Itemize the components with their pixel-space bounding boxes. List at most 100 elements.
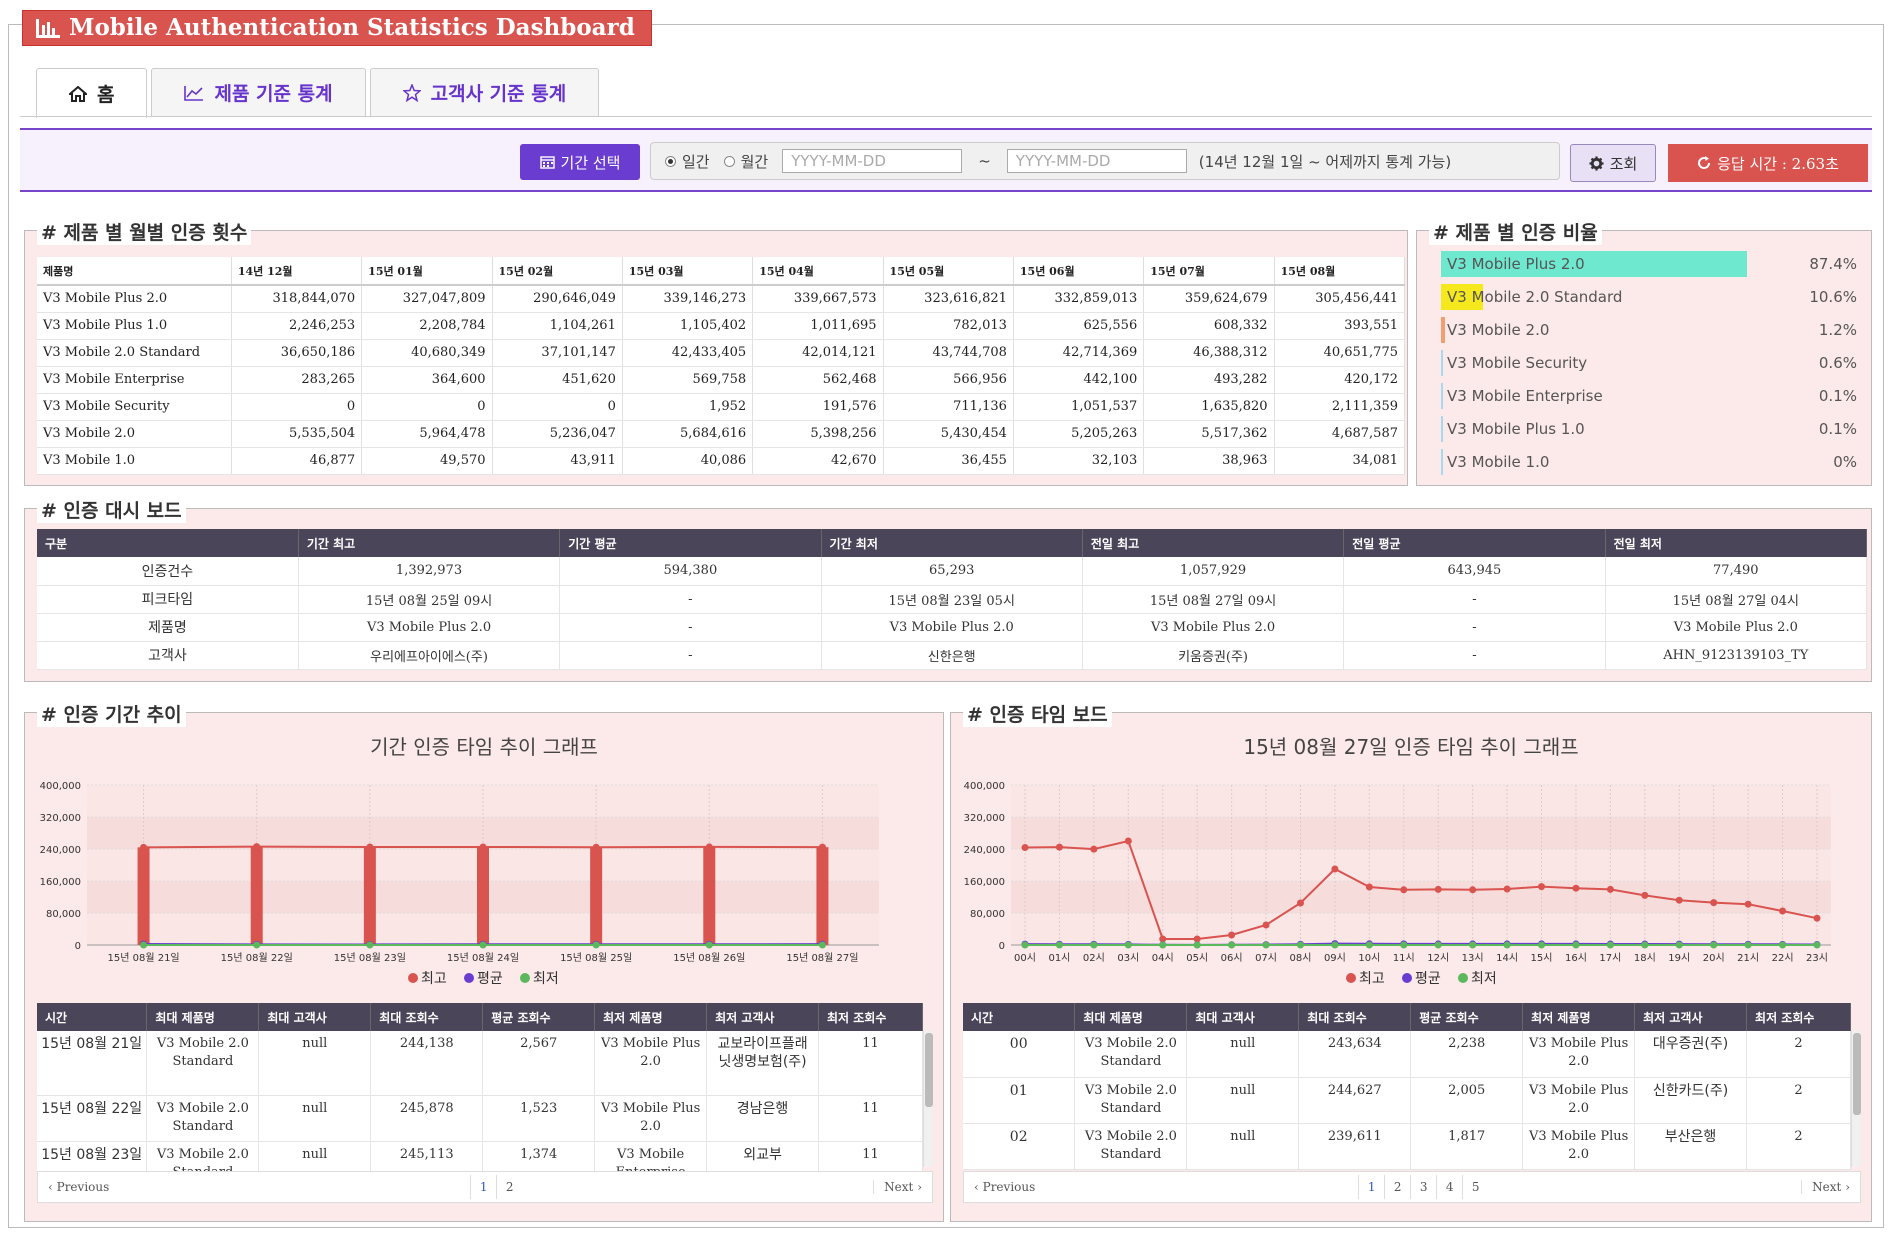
dashboard-cell: 594,380 <box>559 557 822 586</box>
time-board-chart: 400,000 320,000 240,000 160,000 80,000 0 00시 01… <box>964 781 1831 987</box>
previous-page-button[interactable]: ‹ Previous <box>38 1180 119 1194</box>
x-tick-label: 12시 <box>1427 952 1449 964</box>
detail-header-cell: 최저 고객사 <box>706 1003 819 1031</box>
ratio-product-name: V3 Mobile 1.0 <box>1447 452 1550 471</box>
legend-marker <box>1346 973 1356 983</box>
monthly-header-cell: 14년 12월 <box>231 257 363 286</box>
monthly-radio[interactable] <box>723 155 735 167</box>
x-tick-label: 07시 <box>1255 952 1277 964</box>
tab-product-stats[interactable]: 제품 기준 통계 <box>151 68 366 116</box>
start-date-input[interactable]: YYYY-MM-DD <box>782 149 963 173</box>
page-number-button[interactable]: 2 <box>1384 1175 1410 1199</box>
x-tick-label: 05시 <box>1186 952 1208 964</box>
detail-cell: 243,634 <box>1298 1031 1412 1078</box>
next-page-button[interactable]: Next › <box>1801 1180 1860 1194</box>
dashboard-cell: 15년 08월 23일 05시 <box>821 585 1083 614</box>
monthly-count-cell: 5,236,047 <box>492 420 623 448</box>
detail-cell: 11 <box>818 1031 923 1096</box>
x-tick-label: 14시 <box>1496 952 1518 964</box>
auth-ratio-panel: # 제품 별 인증 비율 V3 Mobile Plus 2.0 87.4% V3 M… <box>1416 218 1872 486</box>
monthly-count-cell: 364,600 <box>361 366 493 394</box>
detail-cell: null <box>258 1095 372 1142</box>
end-date-input[interactable]: YYYY-MM-DD <box>1006 149 1187 173</box>
page-number-button[interactable]: 1 <box>1358 1175 1384 1199</box>
data-point <box>705 941 713 949</box>
legend-label: 평균 <box>1415 971 1441 987</box>
page-number-button[interactable]: 2 <box>496 1175 522 1199</box>
monthly-header-cell: 15년 02월 <box>492 257 623 286</box>
product-name-cell: V3 Mobile 2.0 <box>37 420 232 448</box>
data-point <box>1228 931 1236 939</box>
detail-header-cell: 시간 <box>963 1003 1076 1031</box>
ratio-product-name: V3 Mobile 2.0 Standard <box>1447 287 1623 306</box>
previous-label: Previous <box>56 1180 110 1194</box>
detail-header-cell: 시간 <box>37 1003 148 1031</box>
y-tick-label: 160,000 <box>40 877 81 888</box>
y-tick-label: 160,000 <box>964 877 1005 888</box>
data-point <box>479 843 487 851</box>
dashboard-cell: 키움증권(주) <box>1082 641 1345 670</box>
page-number-button[interactable]: 5 <box>1462 1175 1488 1199</box>
table-row: V3 Mobile 1.0 46,877 49,570 43,911 40,086 42,… <box>37 447 1406 475</box>
monthly-count-cell: 359,624,679 <box>1143 285 1275 313</box>
period-trend-scroll-thumb[interactable] <box>925 1033 933 1107</box>
detail-header-cell: 최저 고객사 <box>1634 1003 1748 1031</box>
dashboard-cell: - <box>559 641 822 670</box>
time-board-scroll-thumb[interactable] <box>1853 1033 1861 1115</box>
detail-cell: 부산은행 <box>1634 1123 1748 1170</box>
daily-radio[interactable] <box>665 155 676 167</box>
x-tick-label: 20시 <box>1703 952 1725 964</box>
monthly-count-cell: 420,172 <box>1274 366 1406 394</box>
monthly-count-cell: 782,013 <box>883 312 1014 340</box>
x-tick-label: 03시 <box>1117 952 1139 964</box>
x-tick-label: 23시 <box>1806 952 1828 964</box>
chevron-right-icon: › <box>913 1180 922 1194</box>
x-tick-label: 15년 08월 21일 <box>108 952 180 964</box>
product-name-cell: V3 Mobile Enterprise <box>37 366 232 394</box>
chevron-left-icon: ‹ <box>974 1180 983 1194</box>
detail-cell: 2 <box>1746 1077 1851 1124</box>
ratio-item: V3 Mobile 1.0 0% <box>1441 445 1857 478</box>
data-point <box>1469 941 1477 949</box>
monthly-count-title: # 제품 별 월별 인증 횟수 <box>37 218 252 245</box>
page-number-button[interactable]: 1 <box>470 1175 496 1199</box>
dashboard-cell: 77,490 <box>1605 557 1868 586</box>
date-range-note: (14년 12월 1일 ~ 어제까지 통계 가능) <box>1198 152 1452 171</box>
monthly-count-cell: 1,104,261 <box>492 312 623 340</box>
page-number-button[interactable]: 3 <box>1410 1175 1436 1199</box>
x-tick-label: 08시 <box>1290 952 1312 964</box>
x-tick-label: 02시 <box>1083 952 1105 964</box>
monthly-count-cell: 2,246,253 <box>231 312 363 340</box>
tab-customer-stats[interactable]: 고객사 기준 통계 <box>369 68 600 116</box>
table-row: 제품명 V3 Mobile Plus 2.0- V3 Mobile Plus 2.0… <box>37 613 1868 642</box>
monthly-header-cell: 15년 05월 <box>883 257 1014 286</box>
data-point <box>1710 941 1718 949</box>
page-number-button[interactable]: 4 <box>1436 1175 1462 1199</box>
query-button[interactable]: 조회 <box>1570 144 1656 182</box>
dashboard-cell: - <box>559 613 822 642</box>
time-board-scrollbar[interactable] <box>1851 1031 1861 1167</box>
monthly-count-cell: 36,455 <box>883 447 1014 475</box>
grid-band <box>1011 913 1831 945</box>
table-row: 고객사 우리에프아이에스(주) - 신한은행 키움증권(주) - AHN_912313910… <box>37 641 1868 670</box>
detail-cell: 15년 08월 21일 <box>37 1031 148 1096</box>
data-point <box>818 941 826 949</box>
y-tick-label: 320,000 <box>964 813 1005 824</box>
monthly-count-cell: 38,963 <box>1143 447 1275 475</box>
detail-header-cell: 최대 조회수 <box>1298 1003 1412 1031</box>
monthly-count-cell: 305,456,441 <box>1274 285 1406 313</box>
table-row: V3 Mobile Plus 2.0 318,844,070 327,047,809… <box>37 285 1406 313</box>
legend-label: 최저 <box>1471 971 1497 987</box>
period-select-button[interactable]: 기간 선택 <box>520 144 640 180</box>
tab-home[interactable]: 홈 <box>36 68 148 118</box>
previous-page-button[interactable]: ‹ Previous <box>964 1180 1045 1194</box>
page-number-group: 12345 <box>1045 1175 1801 1199</box>
data-point <box>1021 844 1029 852</box>
dashboard-header-cell: 기간 평균 <box>559 529 822 557</box>
next-page-button[interactable]: Next › <box>873 1180 932 1194</box>
monthly-count-cell: 5,398,256 <box>752 420 884 448</box>
search-bar: 기간 선택 일간 월간 YYYY-MM-DD ~ YYYY-MM-DD (14년… <box>20 128 1872 192</box>
period-trend-scrollbar[interactable] <box>923 1031 933 1167</box>
monthly-count-cell: 451,620 <box>492 366 623 394</box>
ratio-percent: 0% <box>1833 452 1857 471</box>
